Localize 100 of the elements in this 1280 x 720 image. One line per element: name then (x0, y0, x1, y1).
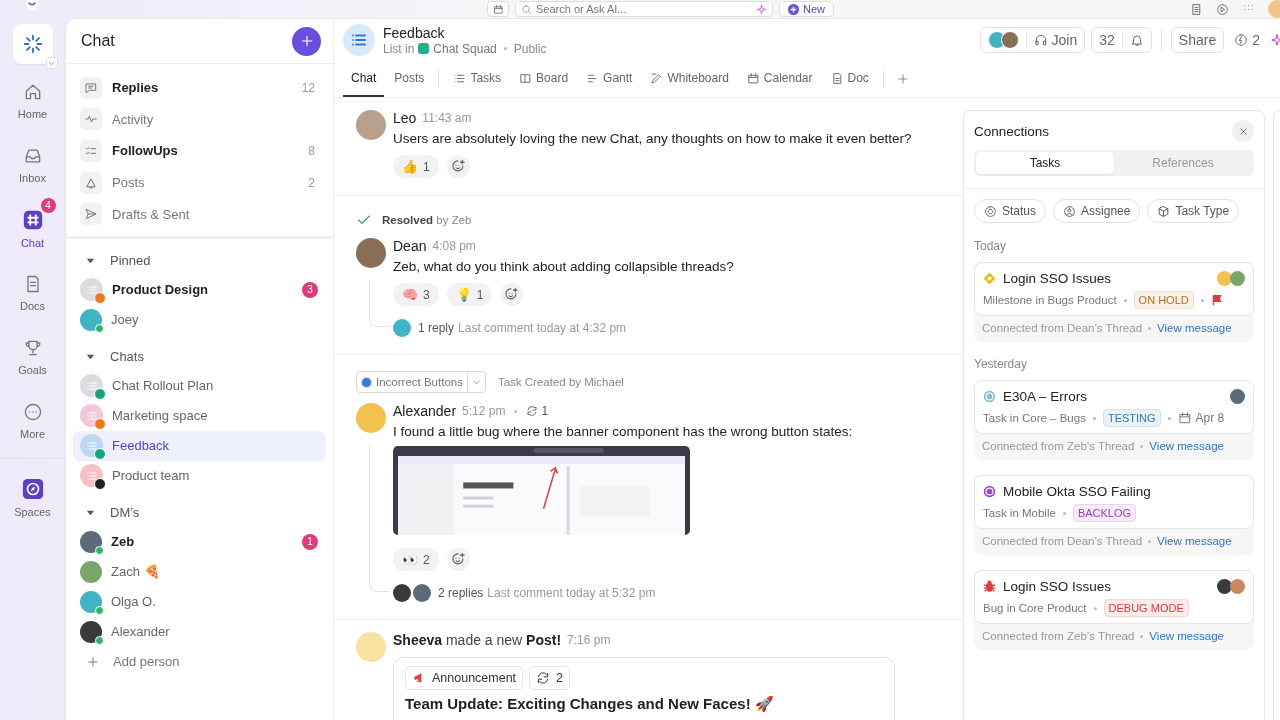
join-button[interactable]: Join (979, 27, 1086, 53)
avatar (356, 110, 386, 140)
chat-item[interactable]: Product Design 3 (73, 274, 326, 305)
sync-count[interactable]: 2 (529, 666, 571, 690)
nav-item[interactable]: Activity (66, 103, 333, 136)
search-icon (521, 3, 532, 15)
author-name: Alexander (393, 403, 457, 419)
section-header[interactable]: Chats (66, 342, 333, 371)
author-name: Dean (393, 238, 427, 254)
caret-icon (86, 352, 95, 362)
task-location: Task in Mobile (983, 507, 1056, 519)
day-label: Today (973, 239, 1008, 255)
new-chat-button[interactable] (292, 26, 321, 56)
reaction-button[interactable]: 👀 2 (393, 548, 439, 571)
rail-item[interactable]: More (7, 392, 58, 450)
new-button[interactable]: New (779, 1, 834, 17)
dropdown-button[interactable] (45, 57, 58, 69)
view-tab[interactable]: Tasks (445, 61, 510, 97)
calendar-button[interactable] (487, 1, 509, 17)
space-link[interactable]: Chat Squad (433, 41, 497, 56)
nav-item[interactable]: Drafts & Sent (66, 198, 333, 230)
view-tab[interactable]: Whiteboard (642, 61, 737, 97)
view-tab[interactable]: Gantt (578, 61, 641, 97)
automations-button[interactable]: 2 (1230, 32, 1264, 48)
rail-item[interactable]: Spaces (7, 469, 58, 527)
nav-item[interactable]: Posts 2 (66, 166, 333, 199)
close-icon (1237, 125, 1249, 137)
pencil-icon (650, 71, 664, 85)
avatar (1230, 389, 1245, 404)
notepad-icon (1190, 2, 1203, 16)
task-title: Login SSO Issues (1003, 271, 1113, 286)
task-card[interactable]: Mobile Okta SSO Failing Task in Mobile BACKLOG Connected from Dean’s Thread View message (974, 475, 1254, 555)
chat-item[interactable]: Zach 🍕 (73, 556, 326, 587)
count: 2 (308, 175, 315, 190)
rail-item[interactable]: Home (7, 72, 58, 130)
chat-item[interactable]: Joey (73, 304, 326, 335)
chat-item[interactable]: Alexander (73, 616, 326, 647)
view-message-link[interactable]: View message (1157, 535, 1232, 547)
chat-item[interactable]: Olga O. (73, 586, 326, 617)
view-tab[interactable]: Doc (822, 61, 877, 97)
chat-item[interactable]: Chat Rollout Plan (73, 370, 326, 401)
avatar (1230, 579, 1245, 594)
view-tab[interactable]: Posts (386, 61, 433, 97)
chat-item[interactable]: Feedback (73, 430, 326, 461)
replies-link[interactable]: 1 reply (418, 321, 455, 335)
task-card[interactable]: E30A – Errors Task in Core – Bugs TESTING Apr 8 Connected from Zeb’s Thread View message (974, 380, 1254, 460)
sparkle-icon[interactable] (1270, 33, 1280, 47)
panel-tab[interactable]: Tasks (976, 152, 1114, 174)
calendar-icon (1177, 411, 1192, 425)
reaction-button[interactable]: 👍 1 (393, 155, 439, 178)
add-reaction-button[interactable] (446, 155, 470, 178)
person-icon (1063, 204, 1077, 218)
task-chip[interactable]: Incorrect Buttons (356, 371, 486, 393)
avatar (356, 632, 386, 662)
rail-item[interactable]: Inbox (7, 136, 58, 194)
view-tab[interactable]: Calendar (738, 61, 821, 97)
view-message-link[interactable]: View message (1157, 322, 1232, 334)
connection-source: Connected from Zeb’s Thread (982, 630, 1135, 642)
chat-item[interactable]: Zeb 1 (73, 526, 326, 557)
connection-source: Connected from Zeb’s Thread (982, 440, 1135, 452)
task-location: Task in Core – Bugs (983, 412, 1086, 424)
sidebar-title: Chat (81, 32, 115, 50)
chat-item[interactable]: Product team (73, 460, 326, 491)
add-person-button[interactable]: Add person (66, 646, 333, 677)
plus-icon (86, 654, 100, 669)
post-card[interactable]: Announcement 2 Team Update: Exciting Changes and New Faces! 🚀 (393, 657, 895, 720)
add-reaction-button[interactable] (500, 283, 524, 306)
view-message-link[interactable]: View message (1149, 440, 1224, 452)
add-reaction-button[interactable] (446, 548, 470, 571)
last-comment-time: Last comment today at 4:32 pm (458, 321, 627, 335)
search-field[interactable]: Search or Ask AI... (515, 1, 773, 17)
post-header: Sheeva made a new Post! (393, 632, 562, 648)
status-tag: TESTING (1102, 409, 1161, 427)
arrows-icon (526, 405, 539, 417)
nav-item[interactable]: FollowUps 8 (66, 135, 333, 167)
hash-icon (21, 209, 44, 231)
view-message-link[interactable]: View message (1149, 630, 1224, 642)
view-tab[interactable]: Board (511, 61, 577, 97)
replies-link[interactable]: 2 replies (438, 586, 484, 600)
rail-item[interactable]: Goals (7, 328, 58, 386)
task-card[interactable]: Login SSO Issues Bug in Core Product DEBUG MODE Connected from Zeb’s Thread View message (974, 570, 1254, 650)
workspace-button[interactable] (12, 24, 53, 64)
count: 12 (301, 80, 315, 95)
close-button[interactable] (1232, 120, 1254, 142)
section-header[interactable]: Pinned (66, 246, 333, 275)
watchers-button[interactable]: 32 (1091, 27, 1152, 53)
section-header[interactable]: DM’s (66, 498, 333, 527)
task-card[interactable]: Login SSO Issues Milestone in Bugs Product ON HOLD Connected from Dean’s Thread View message (974, 262, 1254, 342)
chat-item[interactable]: Marketing space (73, 400, 326, 431)
rail-item[interactable]: Docs (7, 264, 58, 322)
avatar (356, 403, 386, 433)
reaction-button[interactable]: 🧠 3 (393, 283, 439, 306)
share-button[interactable]: Share (1170, 27, 1225, 53)
sync-count[interactable]: 1 (526, 404, 549, 418)
reaction-button[interactable]: 💡 1 (446, 283, 493, 306)
message-text: Zeb, what do you think about adding collapsible threads? (393, 259, 734, 274)
status-tag: ON HOLD (1133, 291, 1194, 309)
view-tab[interactable]: Chat (343, 61, 385, 97)
location-label: List in (383, 41, 415, 56)
nav-item[interactable]: Replies 12 (66, 72, 333, 104)
